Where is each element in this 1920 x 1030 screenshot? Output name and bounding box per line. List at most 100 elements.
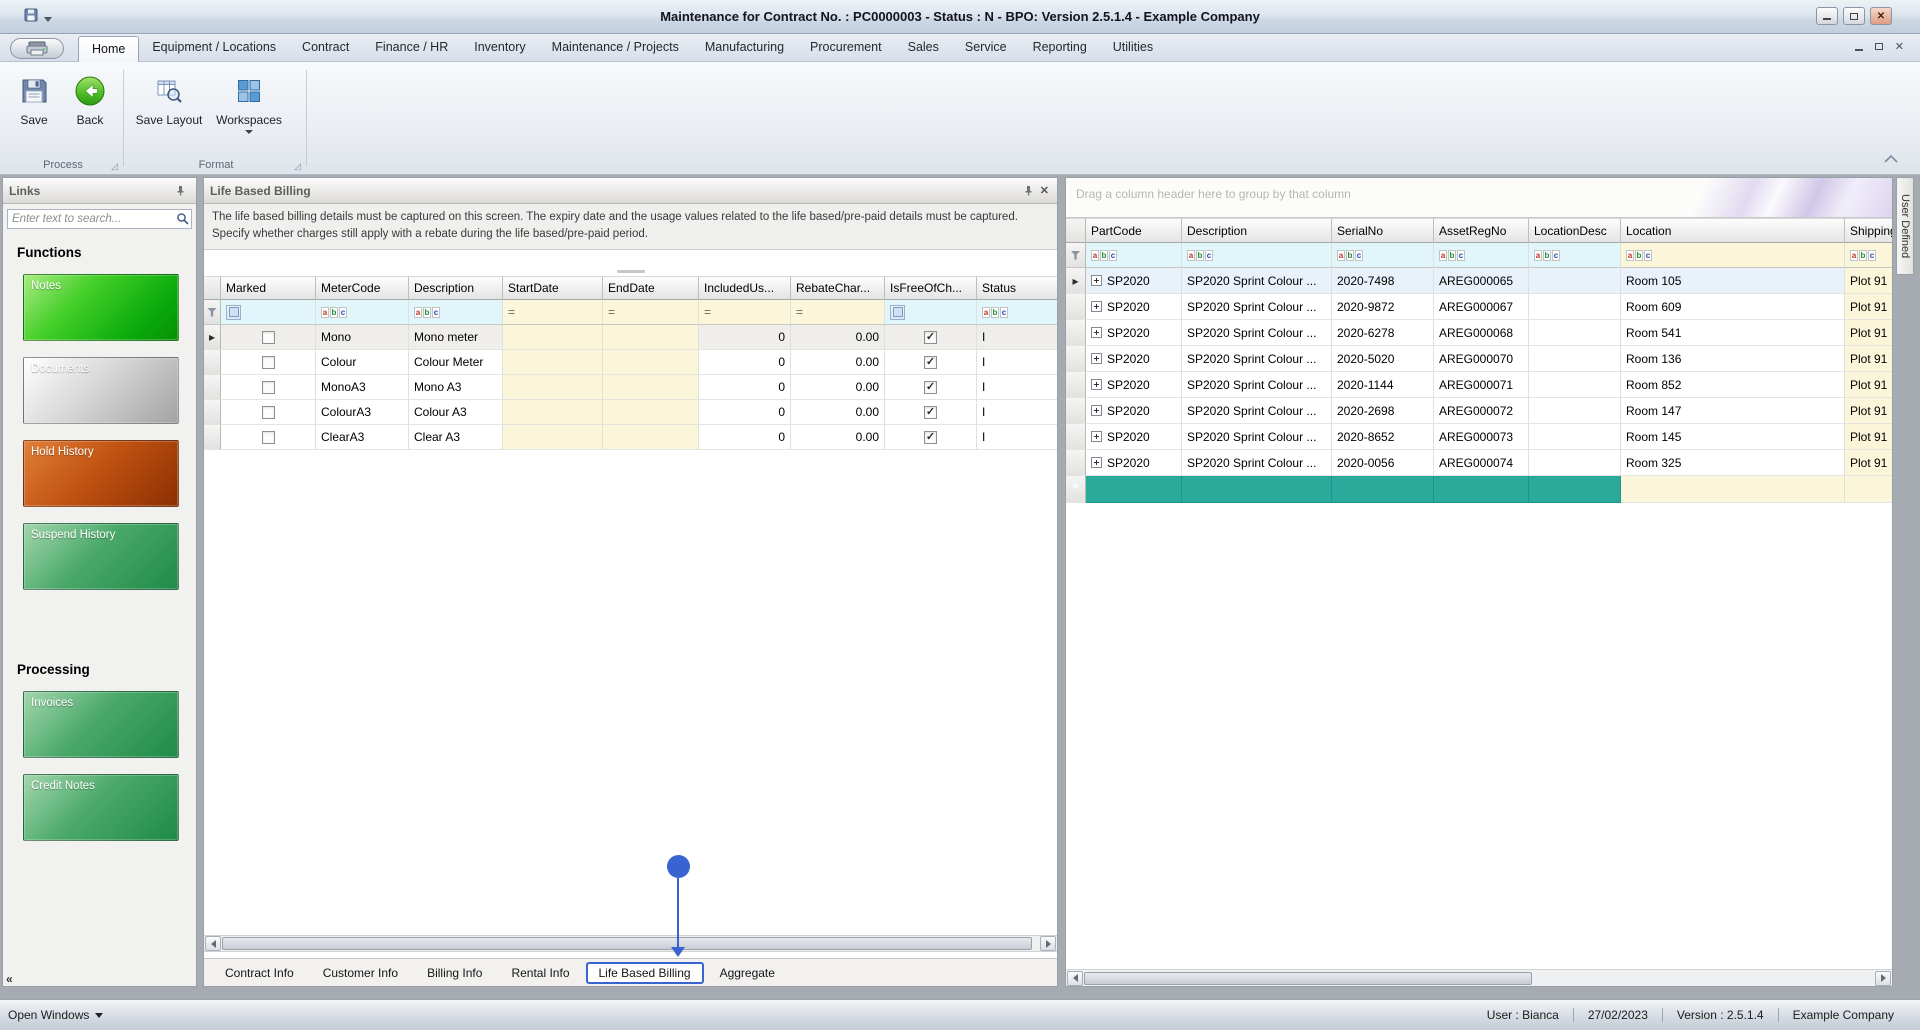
tab-billing-info[interactable]: Billing Info: [414, 963, 495, 983]
cell-part-code[interactable]: SP2020: [1086, 320, 1182, 346]
ribbon-tab-home[interactable]: Home: [78, 36, 139, 62]
filter-cell-locationdesc[interactable]: abc: [1529, 243, 1621, 268]
filter-cell-includedus[interactable]: [699, 300, 791, 325]
cell-description[interactable]: SP2020 Sprint Colour ...: [1182, 372, 1332, 398]
new-row-cell-serial-no[interactable]: [1332, 476, 1434, 503]
cell-meter-code[interactable]: MonoA3: [316, 375, 409, 400]
cell-rebate-charge[interactable]: 0.00: [791, 350, 885, 375]
close-button[interactable]: ✕: [1870, 7, 1892, 25]
cell-asset-reg-no[interactable]: AREG000068: [1434, 320, 1529, 346]
cell-shipping[interactable]: Plot 91: [1845, 398, 1892, 424]
cell-description[interactable]: SP2020 Sprint Colour ...: [1182, 268, 1332, 294]
checkbox-checked-icon[interactable]: [924, 431, 937, 444]
ribbon-tab-finance-hr[interactable]: Finance / HR: [362, 34, 461, 62]
cell-location-desc[interactable]: [1529, 398, 1621, 424]
scroll-right-button[interactable]: [1875, 971, 1891, 986]
column-header-rebatechar[interactable]: RebateChar...: [791, 276, 885, 300]
row-indicator[interactable]: [204, 400, 221, 425]
row-indicator[interactable]: [1066, 346, 1086, 372]
cell-location[interactable]: Room 325: [1621, 450, 1845, 476]
cell-status[interactable]: I: [977, 425, 1057, 450]
row-indicator[interactable]: [204, 325, 221, 350]
cell-description[interactable]: SP2020 Sprint Colour ...: [1182, 346, 1332, 372]
new-row-cell-location[interactable]: [1621, 476, 1845, 503]
checkbox-checked-icon[interactable]: [924, 406, 937, 419]
cell-meter-code[interactable]: Mono: [316, 325, 409, 350]
cell-location-desc[interactable]: [1529, 320, 1621, 346]
expand-row-icon[interactable]: [1091, 379, 1102, 390]
filter-cell-assetregno[interactable]: abc: [1434, 243, 1529, 268]
ribbon-tab-manufacturing[interactable]: Manufacturing: [692, 34, 797, 62]
cell-marked[interactable]: [221, 375, 316, 400]
filter-cell-description[interactable]: abc: [1182, 243, 1332, 268]
cell-shipping[interactable]: Plot 91: [1845, 294, 1892, 320]
cell-status[interactable]: I: [977, 400, 1057, 425]
cell-location[interactable]: Room 541: [1621, 320, 1845, 346]
cell-meter-code[interactable]: Colour: [316, 350, 409, 375]
filter-cell-serialno[interactable]: abc: [1332, 243, 1434, 268]
cell-serial-no[interactable]: 2020-5020: [1332, 346, 1434, 372]
expand-row-icon[interactable]: [1091, 431, 1102, 442]
cell-location-desc[interactable]: [1529, 450, 1621, 476]
ribbon-tab-sales[interactable]: Sales: [895, 34, 952, 62]
cell-start-date[interactable]: [503, 375, 603, 400]
panel-scroll-chevron-icon[interactable]: «: [6, 972, 12, 986]
row-indicator[interactable]: [1066, 398, 1086, 424]
close-panel-icon[interactable]: ✕: [1040, 184, 1049, 197]
filter-cell-isfreeofch[interactable]: [885, 300, 977, 325]
save-button[interactable]: Save: [6, 67, 62, 155]
tab-contract-info[interactable]: Contract Info: [212, 963, 307, 983]
column-header-description[interactable]: Description: [409, 276, 503, 300]
row-indicator[interactable]: [1066, 294, 1086, 320]
cell-location[interactable]: Room 136: [1621, 346, 1845, 372]
cell-is-free[interactable]: [885, 425, 977, 450]
ribbon-collapse-icon[interactable]: [1884, 150, 1898, 168]
cell-part-code[interactable]: SP2020: [1086, 398, 1182, 424]
cell-included-usage[interactable]: 0: [699, 325, 791, 350]
cell-location-desc[interactable]: [1529, 294, 1621, 320]
row-indicator[interactable]: [1066, 424, 1086, 450]
new-row-cell-part-code[interactable]: [1086, 476, 1182, 503]
row-indicator[interactable]: [204, 350, 221, 375]
checkbox-unchecked-icon[interactable]: [262, 356, 275, 369]
cell-description[interactable]: Mono A3: [409, 375, 503, 400]
expand-row-icon[interactable]: [1091, 457, 1102, 468]
tab-rental-info[interactable]: Rental Info: [498, 963, 582, 983]
new-row-cell-asset-reg-no[interactable]: [1434, 476, 1529, 503]
checkbox-unchecked-icon[interactable]: [262, 406, 275, 419]
child-restore-button[interactable]: [1875, 43, 1883, 50]
cell-serial-no[interactable]: 2020-9872: [1332, 294, 1434, 320]
ribbon-tab-utilities[interactable]: Utilities: [1100, 34, 1166, 62]
cell-description[interactable]: Clear A3: [409, 425, 503, 450]
cell-location-desc[interactable]: [1529, 372, 1621, 398]
cell-status[interactable]: I: [977, 325, 1057, 350]
ribbon-tab-maintenance-projects[interactable]: Maintenance / Projects: [539, 34, 692, 62]
cell-meter-code[interactable]: ClearA3: [316, 425, 409, 450]
application-menu-button[interactable]: [10, 38, 64, 59]
search-icon[interactable]: [176, 212, 189, 230]
column-header-startdate[interactable]: StartDate: [503, 276, 603, 300]
expand-row-icon[interactable]: [1091, 301, 1102, 312]
billing-horizontal-scrollbar[interactable]: [204, 935, 1057, 952]
scroll-left-button[interactable]: [205, 936, 221, 951]
cell-asset-reg-no[interactable]: AREG000073: [1434, 424, 1529, 450]
cell-description[interactable]: Colour A3: [409, 400, 503, 425]
cell-asset-reg-no[interactable]: AREG000071: [1434, 372, 1529, 398]
cell-description[interactable]: SP2020 Sprint Colour ...: [1182, 424, 1332, 450]
cell-status[interactable]: I: [977, 350, 1057, 375]
row-indicator[interactable]: [1066, 450, 1086, 476]
column-header-description[interactable]: Description: [1182, 218, 1332, 243]
cell-description[interactable]: SP2020 Sprint Colour ...: [1182, 398, 1332, 424]
ribbon-tab-contract[interactable]: Contract: [289, 34, 362, 62]
cell-location[interactable]: Room 852: [1621, 372, 1845, 398]
row-indicator[interactable]: [204, 425, 221, 450]
cell-is-free[interactable]: [885, 325, 977, 350]
column-header-enddate[interactable]: EndDate: [603, 276, 699, 300]
group-by-panel[interactable]: Drag a column header here to group by th…: [1066, 178, 1892, 218]
link-button-hold-history[interactable]: Hold History: [23, 440, 179, 507]
scroll-right-button[interactable]: [1040, 936, 1056, 951]
checkbox-unchecked-icon[interactable]: [262, 431, 275, 444]
cell-description[interactable]: Mono meter: [409, 325, 503, 350]
column-header-includedus[interactable]: IncludedUs...: [699, 276, 791, 300]
expand-row-icon[interactable]: [1091, 353, 1102, 364]
